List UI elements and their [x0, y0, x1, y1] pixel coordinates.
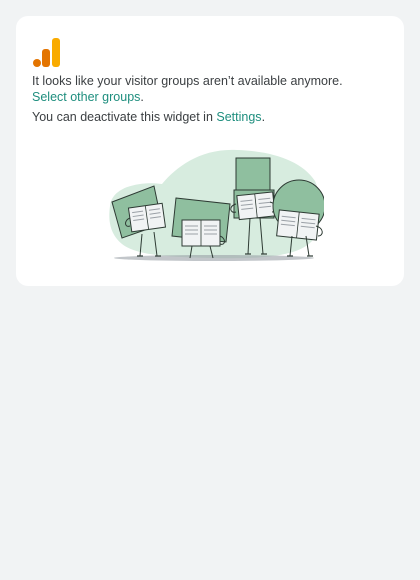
settings-link[interactable]: Settings: [216, 110, 261, 124]
deactivate-widget-message: You can deactivate this widget in Settin…: [32, 109, 388, 125]
analytics-logo-icon: [33, 38, 60, 67]
settings-link-suffix: .: [261, 110, 266, 124]
select-other-groups-link[interactable]: Select other groups: [32, 90, 140, 104]
message-text: It looks like your visitor groups aren’t…: [32, 74, 343, 88]
visitor-groups-unavailable-message: It looks like your visitor groups aren’t…: [32, 73, 388, 105]
visitor-groups-widget-card: It looks like your visitor groups aren’t…: [16, 16, 404, 286]
deactivate-text: You can deactivate this widget in: [32, 110, 217, 124]
select-link-suffix: .: [140, 90, 144, 104]
people-reading-newspapers-illustration: [109, 149, 324, 261]
